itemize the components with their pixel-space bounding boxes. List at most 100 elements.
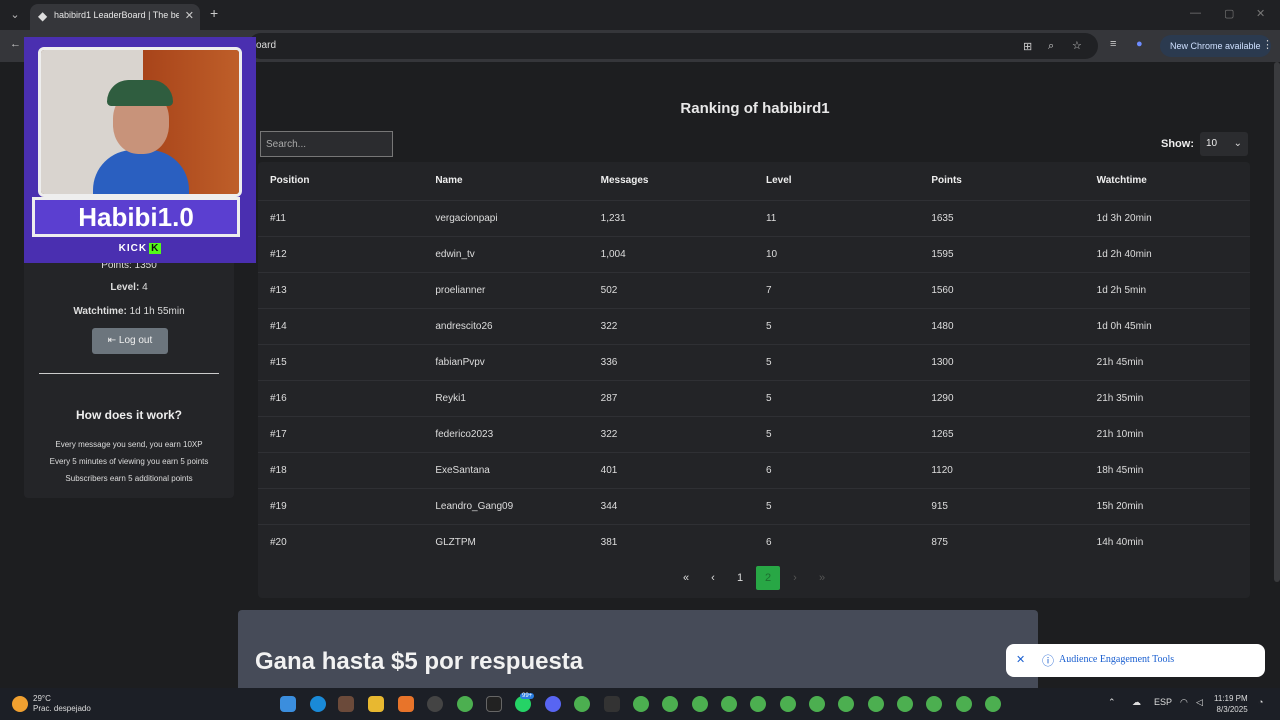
close-icon[interactable]: ✕ <box>1016 653 1025 666</box>
page-size-select[interactable]: 10 ⌄ <box>1200 132 1248 156</box>
chrome-icon[interactable] <box>985 696 1001 712</box>
weather-condition: Prac. despejado <box>33 704 91 713</box>
new-chrome-button[interactable]: New Chrome available <box>1160 35 1271 57</box>
cell-name: andrescito26 <box>423 307 589 344</box>
table-row: #11 vergacionpapi 1,231 11 1635 1d 3h 20min <box>258 199 1250 236</box>
maximize-icon[interactable]: ▢ <box>1224 7 1234 20</box>
cell-points: 1120 <box>919 451 1085 488</box>
cell-points: 1265 <box>919 415 1085 452</box>
minimize-icon[interactable]: — <box>1190 7 1201 19</box>
volume-icon[interactable]: ◁ <box>1196 697 1203 708</box>
column-header[interactable]: Points <box>919 162 1084 200</box>
chrome-icon[interactable] <box>692 696 708 712</box>
search-input[interactable] <box>260 131 393 157</box>
address-bar[interactable]: oard ⊞ ⌕ ☆ <box>248 33 1098 59</box>
last-page-button[interactable]: » <box>810 566 834 590</box>
column-header[interactable]: Name <box>423 162 588 200</box>
page-title: Ranking of habibird1 <box>680 100 830 117</box>
watchtime-label: Watchtime: <box>73 306 127 317</box>
column-header[interactable]: Level <box>754 162 919 200</box>
logout-icon: ⇤ <box>107 335 117 346</box>
wifi-icon[interactable]: ◠ <box>1180 697 1188 708</box>
cloud-icon[interactable]: ☁ <box>1132 697 1141 708</box>
cell-watchtime: 18h 45min <box>1084 451 1250 488</box>
cell-messages: 1,231 <box>588 199 754 236</box>
discord-icon[interactable] <box>545 696 561 712</box>
chrome-icon[interactable] <box>750 696 766 712</box>
tab-search-icon[interactable]: ⌄ <box>6 6 24 24</box>
chrome-icon[interactable] <box>926 696 942 712</box>
system-clock[interactable]: 11:19 PM 8/3/2025 <box>1214 693 1248 715</box>
cell-messages: 502 <box>588 271 754 308</box>
chrome-icon[interactable] <box>897 696 913 712</box>
url-text: oard <box>256 40 277 51</box>
chrome-menu-icon[interactable]: ⋮ <box>1262 38 1273 51</box>
cell-name: ExeSantana <box>423 451 589 488</box>
chrome-icon[interactable] <box>868 696 884 712</box>
level-label: Level: <box>110 282 140 293</box>
current-page-button[interactable]: 2 <box>756 566 780 590</box>
engagement-tools-label: Audience Engagement Tools <box>1059 654 1175 665</box>
leaderboard-card: Position Name Messages Level Points Watc… <box>258 162 1250 598</box>
cell-watchtime: 21h 45min <box>1084 343 1250 380</box>
start-menu-icon[interactable] <box>280 696 296 712</box>
chrome-icon[interactable] <box>956 696 972 712</box>
translate-icon[interactable]: ⊞ <box>1023 40 1032 53</box>
cell-watchtime: 14h 40min <box>1084 523 1250 560</box>
cell-level: 5 <box>753 487 920 524</box>
cell-messages: 381 <box>588 523 754 560</box>
bookmark-star-icon[interactable]: ☆ <box>1072 39 1082 52</box>
chrome-icon[interactable] <box>809 696 825 712</box>
app-icon[interactable] <box>486 696 502 712</box>
zoom-icon[interactable]: ⌕ <box>1048 40 1054 53</box>
column-header[interactable]: Messages <box>589 162 754 200</box>
language-indicator[interactable]: ESP <box>1154 697 1172 707</box>
chrome-icon[interactable] <box>457 696 473 712</box>
profile-icon[interactable]: ● <box>1136 38 1143 50</box>
cell-points: 1300 <box>919 343 1085 380</box>
app-icon[interactable] <box>338 696 354 712</box>
first-page-button[interactable]: « <box>674 566 698 590</box>
chrome-icon[interactable] <box>662 696 678 712</box>
chrome-icon[interactable] <box>721 696 737 712</box>
notifications-icon[interactable]: ◔ <box>1258 697 1263 707</box>
cell-position: #17 <box>258 415 424 452</box>
browser-tab[interactable]: ◆ habibird1 LeaderBoard | The best ✕ <box>30 4 200 30</box>
tab-close-icon[interactable]: ✕ <box>185 9 194 22</box>
reading-list-icon[interactable]: ≡ <box>1110 38 1116 50</box>
app-icon[interactable] <box>398 696 414 712</box>
sidebar-divider <box>39 373 219 374</box>
platform-label: KICK <box>118 243 148 254</box>
column-header[interactable]: Position <box>258 162 423 200</box>
cell-points: 1635 <box>919 199 1085 236</box>
cell-watchtime: 1d 2h 40min <box>1084 235 1250 272</box>
page-button[interactable]: 1 <box>728 566 752 590</box>
page-scrollbar[interactable] <box>1274 62 1280 582</box>
app-icon[interactable] <box>427 696 443 712</box>
cell-level: 5 <box>753 343 920 380</box>
cell-points: 875 <box>919 523 1085 560</box>
app-icon[interactable] <box>604 696 620 712</box>
ad-banner[interactable]: Gana hasta $5 por respuesta <box>238 610 1038 688</box>
engagement-tools-panel[interactable]: ✕ ⓘ Audience Engagement Tools <box>1006 644 1265 677</box>
close-window-icon[interactable]: ✕ <box>1256 7 1265 20</box>
chrome-icon[interactable] <box>574 696 590 712</box>
cell-level: 11 <box>753 199 920 236</box>
logout-button[interactable]: ⇤ Log out <box>92 328 168 354</box>
user-level: Level: 4 <box>24 282 234 293</box>
tab-title: habibird1 LeaderBoard | The best <box>54 10 179 20</box>
chrome-icon[interactable] <box>838 696 854 712</box>
file-explorer-icon[interactable] <box>368 696 384 712</box>
show-label: Show: <box>1161 138 1194 150</box>
tray-overflow-icon[interactable]: ⌃ <box>1108 697 1116 708</box>
next-page-button[interactable]: › <box>783 566 807 590</box>
back-icon[interactable]: ← <box>10 38 21 50</box>
column-header[interactable]: Watchtime <box>1085 162 1250 200</box>
chrome-icon[interactable] <box>780 696 796 712</box>
user-watchtime: Watchtime: 1d 1h 55min <box>24 306 234 317</box>
new-tab-icon[interactable]: + <box>210 5 218 21</box>
prev-page-button[interactable]: ‹ <box>701 566 725 590</box>
logout-label: Log out <box>118 335 153 346</box>
edge-icon[interactable] <box>310 696 326 712</box>
chrome-icon[interactable] <box>633 696 649 712</box>
